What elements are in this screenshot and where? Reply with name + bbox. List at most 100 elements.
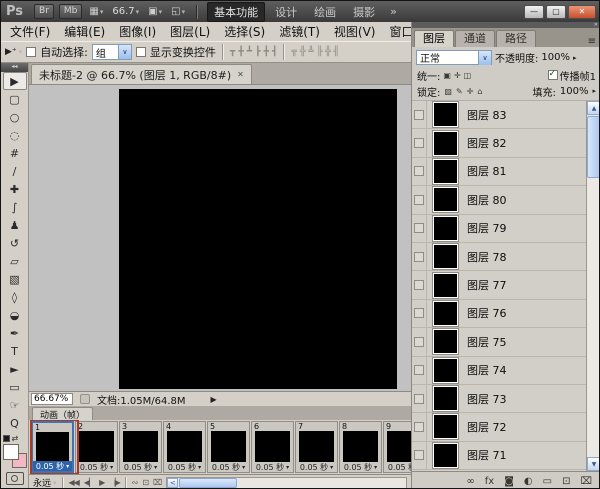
layers-scrollbar[interactable]: ▲ ▼ xyxy=(586,101,599,471)
layer-thumbnail[interactable] xyxy=(432,214,459,242)
visibility-cell[interactable] xyxy=(412,299,427,328)
layer-thumbnail[interactable] xyxy=(432,186,459,214)
distribute-icon[interactable]: ╩ xyxy=(308,47,313,57)
default-colors-control[interactable]: ⇄ xyxy=(2,434,27,443)
align-icon[interactable]: ╋ xyxy=(238,47,243,57)
zoom-percentage-field[interactable]: 66.67% xyxy=(31,393,73,405)
animation-frame[interactable]: 6 0.05 秒 ▾ xyxy=(251,421,294,473)
visibility-toggle[interactable] xyxy=(414,223,424,234)
visibility-toggle[interactable] xyxy=(414,336,424,347)
distribute-icon[interactable]: ╦ xyxy=(291,47,296,57)
dock-close-icon[interactable]: ✕ xyxy=(594,22,598,28)
animation-frame[interactable]: 4 0.05 秒 ▾ xyxy=(163,421,206,473)
next-frame-button[interactable]: ▕▶ xyxy=(109,478,120,487)
opacity-popup-icon[interactable]: ▸ xyxy=(573,54,577,62)
scrollbar-thumb[interactable] xyxy=(179,477,238,488)
canvas-workspace[interactable] xyxy=(29,85,411,391)
unify-icon[interactable]: ◫ xyxy=(464,71,472,80)
layer-name[interactable]: 图层 78 xyxy=(467,249,507,265)
align-icon[interactable]: ┻ xyxy=(247,47,252,57)
图层 77[interactable]: 图层 77 xyxy=(412,271,587,300)
animation-frame[interactable]: 8 0.05 秒 ▾ xyxy=(339,421,382,473)
lock-icon[interactable]: ▨ xyxy=(444,87,452,96)
scroll-up-icon[interactable]: ▲ xyxy=(587,101,599,115)
visibility-toggle[interactable] xyxy=(414,194,424,205)
auto-select-dropdown[interactable]: 组 ∨ xyxy=(91,44,132,60)
shape-tool[interactable]: ▭ xyxy=(3,378,27,396)
visibility-toggle[interactable] xyxy=(414,109,424,120)
panel-tab[interactable]: 通道 xyxy=(455,30,495,47)
layer-mask-icon[interactable]: ◙ xyxy=(504,476,514,487)
visibility-toggle[interactable] xyxy=(414,365,424,376)
arrange-documents-button[interactable]: ▣ ▾ xyxy=(146,6,164,17)
document-canvas[interactable] xyxy=(119,89,397,389)
visibility-cell[interactable] xyxy=(412,242,427,271)
align-icon[interactable]: ╋ xyxy=(264,47,269,57)
eraser-tool[interactable]: ▱ xyxy=(3,252,27,270)
layer-thumbnail[interactable] xyxy=(432,157,459,185)
图层 72[interactable]: 图层 72 xyxy=(412,413,587,442)
delete-layer-icon[interactable]: ⌧ xyxy=(580,476,592,487)
menu-item[interactable]: 图层(L) xyxy=(163,23,217,40)
frame-delay-control[interactable]: 0.05 秒 ▾ xyxy=(164,462,205,472)
document-tab[interactable]: 未标题-2 @ 66.7% (图层 1, RGB/8#) ✕ xyxy=(31,64,252,84)
layer-thumbnail[interactable] xyxy=(432,385,459,413)
panel-tab[interactable]: 图层 xyxy=(414,30,454,47)
layer-name[interactable]: 图层 81 xyxy=(467,163,507,179)
menu-item[interactable]: 滤镜(T) xyxy=(272,23,327,40)
opacity-value[interactable]: 100% xyxy=(541,52,570,63)
current-tool-indicator[interactable]: ▶⁺ ▾ xyxy=(5,47,22,57)
type-tool[interactable]: T xyxy=(3,342,27,360)
layer-name[interactable]: 图层 76 xyxy=(467,305,507,321)
align-icon[interactable]: ┣ xyxy=(255,47,260,57)
eyedropper-tool[interactable]: ∕ xyxy=(3,162,27,180)
zoom-tool[interactable]: Q xyxy=(3,414,27,432)
layer-name[interactable]: 图层 71 xyxy=(467,447,507,463)
frame-delay-control[interactable]: 0.05 秒 ▾ xyxy=(33,461,72,471)
unify-icon[interactable]: ▣ xyxy=(443,71,451,80)
menu-item[interactable]: 视图(V) xyxy=(327,23,383,40)
duplicate-frame-button[interactable]: ⊡ xyxy=(142,478,149,487)
lock-icon[interactable]: ✎ xyxy=(456,87,463,96)
status-popup-arrow-icon[interactable]: ▶ xyxy=(211,395,217,404)
layer-name[interactable]: 图层 83 xyxy=(467,107,507,123)
dodge-tool[interactable]: ◒ xyxy=(3,306,27,324)
layer-thumbnail[interactable] xyxy=(432,243,459,271)
frame-delay-control[interactable]: 0.05 秒 ▾ xyxy=(384,462,411,472)
propagate-frame-control[interactable]: 传播帧1 xyxy=(547,68,596,83)
foreground-color-swatch[interactable] xyxy=(2,444,19,460)
图层 71[interactable]: 图层 71 xyxy=(412,441,587,471)
frame-delay-control[interactable]: 0.05 秒 ▾ xyxy=(252,462,293,472)
frame-delay-control[interactable]: 0.05 秒 ▾ xyxy=(208,462,249,472)
frame-delay-control[interactable]: 0.05 秒 ▾ xyxy=(76,462,117,472)
visibility-toggle[interactable] xyxy=(414,280,424,291)
history-brush-tool[interactable]: ↺ xyxy=(3,234,27,252)
图层 81[interactable]: 图层 81 xyxy=(412,157,587,187)
panel-tab[interactable]: 路径 xyxy=(496,30,536,47)
menu-item[interactable]: 编辑(E) xyxy=(57,23,112,40)
zoom-level-control[interactable]: 66.7 ▾ xyxy=(110,6,141,17)
animation-frame[interactable]: 2 0.05 秒 ▾ xyxy=(75,421,118,473)
layer-thumbnail[interactable] xyxy=(432,441,459,469)
align-icon[interactable]: ┫ xyxy=(272,47,277,57)
layer-thumbnail[interactable] xyxy=(432,299,459,327)
new-group-icon[interactable]: ▭ xyxy=(543,476,552,487)
view-extras-button[interactable]: ▦ ▾ xyxy=(87,6,105,17)
pen-tool[interactable]: ✒ xyxy=(3,324,27,342)
layer-thumbnail[interactable] xyxy=(432,328,459,356)
animation-frame[interactable]: 7 0.05 秒 ▾ xyxy=(295,421,338,473)
unify-icon[interactable]: ✛ xyxy=(454,71,461,80)
layer-name[interactable]: 图层 73 xyxy=(467,391,507,407)
图层 80[interactable]: 图层 80 xyxy=(412,186,587,215)
menu-item[interactable]: 图像(I) xyxy=(112,23,163,40)
frame-delay-control[interactable]: 0.05 秒 ▾ xyxy=(120,462,161,472)
clone-stamp-tool[interactable]: ♟ xyxy=(3,216,27,234)
path-selection-tool[interactable]: ► xyxy=(3,360,27,378)
visibility-cell[interactable] xyxy=(412,129,427,157)
align-icon[interactable]: ┳ xyxy=(230,47,235,57)
restore-button[interactable]: ▢ xyxy=(546,4,566,19)
lock-icon[interactable]: ⌂ xyxy=(477,87,482,96)
visibility-cell[interactable] xyxy=(412,271,427,299)
menu-item[interactable]: 文件(F) xyxy=(3,23,57,40)
menu-item[interactable]: 选择(S) xyxy=(217,23,272,40)
